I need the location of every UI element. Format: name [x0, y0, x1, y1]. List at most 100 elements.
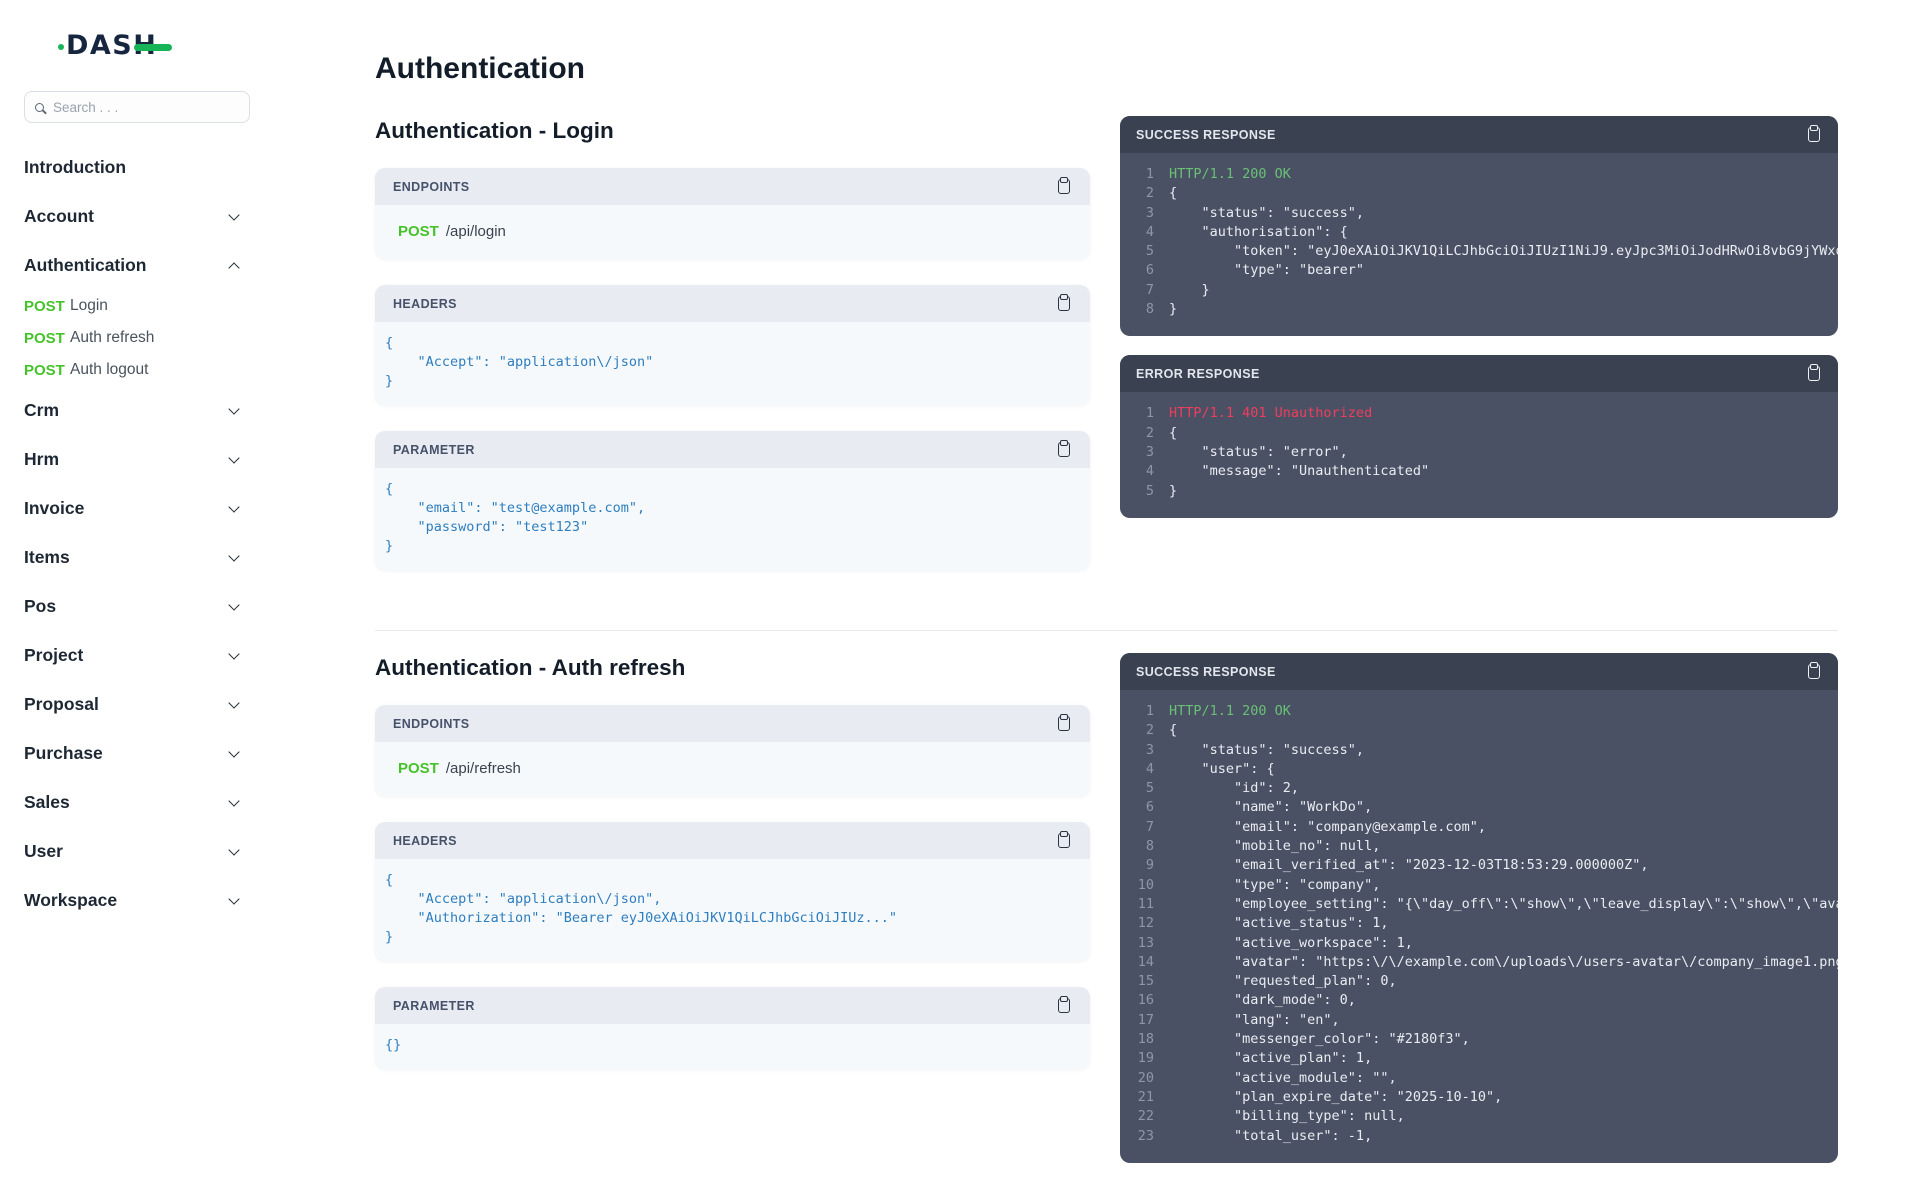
card-title: PARAMETER: [393, 442, 475, 457]
code-line: "Authorization": "Bearer eyJ0eXAiOiJKV1Q…: [385, 910, 898, 926]
line-number: 13: [1137, 934, 1154, 951]
line-text: "billing_type": null,: [1169, 1108, 1405, 1125]
sidebar-item[interactable]: Items: [24, 533, 240, 582]
line-text: }: [1169, 482, 1178, 499]
sidebar-item[interactable]: Purchase: [24, 729, 240, 778]
copy-button[interactable]: [1056, 294, 1072, 313]
code-block: 1 HTTP/1.1 200 OK 2 { 3 "status": "succe…: [1120, 690, 1838, 1163]
line-number: 5: [1145, 243, 1154, 260]
line-number: 3: [1145, 204, 1154, 221]
line-number: 7: [1145, 281, 1154, 298]
line-number: 8: [1145, 838, 1154, 855]
line-number: 6: [1145, 799, 1154, 816]
line-text: {: [1169, 424, 1178, 441]
code-block: { "email": "test@example.com", "password…: [375, 468, 1090, 570]
sidebar-item-label: Proposal: [24, 694, 99, 714]
section-login: Authentication - Login ENDPOINTS POST /a…: [375, 116, 1838, 596]
sidebar-item[interactable]: Sales: [24, 778, 240, 827]
sidebar-subitem[interactable]: POST Auth refresh: [24, 322, 238, 354]
code-line: 6 "type": "bearer": [1120, 261, 1838, 280]
code-block: 1 HTTP/1.1 200 OK 2 { 3 "status": "succe…: [1120, 153, 1838, 336]
success-response-panel: SUCCESS RESPONSE 1 HTTP/1.1 200 OK 2 {3…: [1120, 116, 1838, 337]
code-line: 1 HTTP/1.1 401 Unauthorized: [1120, 404, 1838, 423]
method-badge: POST: [24, 329, 65, 347]
sidebar-item[interactable]: Introduction: [24, 143, 238, 192]
sidebar-group: Invoice: [24, 484, 240, 533]
line-text: "token": "eyJ0eXAiOiJKV1QiLCJhbGciOiJIUz…: [1234, 243, 1838, 260]
panel-header: ERROR RESPONSE: [1120, 355, 1838, 393]
sidebar: DASH Introduction Account: [0, 0, 280, 1080]
line-number: 1: [1145, 703, 1154, 719]
code-line: 19 "active_plan": 1,: [1120, 1049, 1838, 1068]
code-line: 9 "email_verified_at": "2023-12-03T18:53…: [1120, 856, 1838, 875]
card-title: PARAMETER: [393, 998, 475, 1013]
line-text: "message": "Unauthenticated": [1169, 463, 1430, 480]
sidebar-item[interactable]: Authentication: [24, 241, 240, 290]
sidebar-group: Proposal: [24, 680, 240, 729]
sidebar-subitem[interactable]: POST Login: [24, 290, 238, 322]
sidebar-item[interactable]: Account: [24, 192, 240, 241]
line-text: "id": 2,: [1169, 780, 1300, 797]
copy-button[interactable]: [1056, 714, 1072, 733]
code-line: 5 "id": 2,: [1120, 779, 1838, 798]
sidebar-item[interactable]: Workspace: [24, 876, 240, 925]
method-badge: POST: [398, 223, 439, 240]
code-line: 18 "messenger_color": "#2180f3",: [1120, 1030, 1838, 1049]
line-number: 3: [1145, 741, 1154, 758]
copy-button[interactable]: [1056, 177, 1072, 196]
line-number: 11: [1137, 895, 1154, 912]
method-badge: POST: [24, 297, 65, 315]
sidebar-group: Purchase: [24, 729, 240, 778]
line-number: 12: [1137, 915, 1154, 932]
line-number: 2: [1145, 722, 1154, 739]
sidebar-subitem[interactable]: POST Auth logout: [24, 354, 238, 386]
sidebar-item[interactable]: Crm: [24, 386, 240, 435]
line-text: "email_verified_at": "2023-12-03T18:53:2…: [1169, 857, 1649, 874]
sidebar-item[interactable]: Invoice: [24, 484, 240, 533]
line-text: }: [1169, 281, 1210, 298]
line-number: 2: [1145, 185, 1154, 202]
sidebar-item-label: Invoice: [24, 498, 85, 518]
chevron-icon: [228, 892, 240, 905]
copy-button[interactable]: [1056, 996, 1072, 1015]
sidebar-item[interactable]: Proposal: [24, 680, 240, 729]
code-line: "Accept": "application\/json",: [385, 891, 662, 907]
line-number: 14: [1137, 953, 1154, 970]
search-input[interactable]: [53, 99, 239, 115]
sidebar-group: Authentication POST Login POST Auth refr…: [24, 241, 240, 386]
clipboard-icon: [1808, 127, 1820, 142]
sidebar-item-label: Sales: [24, 792, 70, 812]
sidebar-group: Items: [24, 533, 240, 582]
line-number: 9: [1145, 857, 1154, 874]
line-text: {: [1169, 722, 1178, 739]
code-block: {}: [375, 1024, 1090, 1069]
line-text: "user": {: [1169, 760, 1275, 777]
card-title: HEADERS: [393, 296, 457, 311]
code-line: 11 "employee_setting": "{\"day_off\":\"s…: [1120, 895, 1838, 914]
method-badge: POST: [24, 361, 65, 379]
code-line: 4 "authorisation": {: [1120, 223, 1838, 242]
sidebar-item-label: Account: [24, 206, 94, 226]
clipboard-icon: [1058, 998, 1070, 1013]
line-number: 22: [1137, 1108, 1154, 1125]
line-number: 17: [1137, 1011, 1154, 1028]
section-divider: [375, 630, 1838, 631]
sidebar-item[interactable]: Project: [24, 631, 240, 680]
sidebar-item[interactable]: Pos: [24, 582, 240, 631]
code-line: "password": "test123": [385, 519, 589, 535]
sidebar-item-label: Authentication: [24, 255, 147, 275]
line-number: 15: [1137, 973, 1154, 990]
panel-header: SUCCESS RESPONSE: [1120, 653, 1838, 690]
clipboard-icon: [1058, 716, 1070, 731]
copy-button[interactable]: [1056, 440, 1072, 459]
sidebar-item[interactable]: User: [24, 827, 240, 876]
code-line: {}: [385, 1037, 402, 1053]
copy-button[interactable]: [1056, 831, 1072, 850]
copy-button[interactable]: [1806, 662, 1822, 681]
sidebar-subitem-label: Auth logout: [70, 361, 149, 378]
code-line: 2 {: [1120, 424, 1838, 443]
sidebar-item[interactable]: Hrm: [24, 435, 240, 484]
sidebar-subitem-label: Auth refresh: [70, 329, 155, 346]
copy-button[interactable]: [1806, 125, 1822, 144]
copy-button[interactable]: [1806, 364, 1822, 383]
